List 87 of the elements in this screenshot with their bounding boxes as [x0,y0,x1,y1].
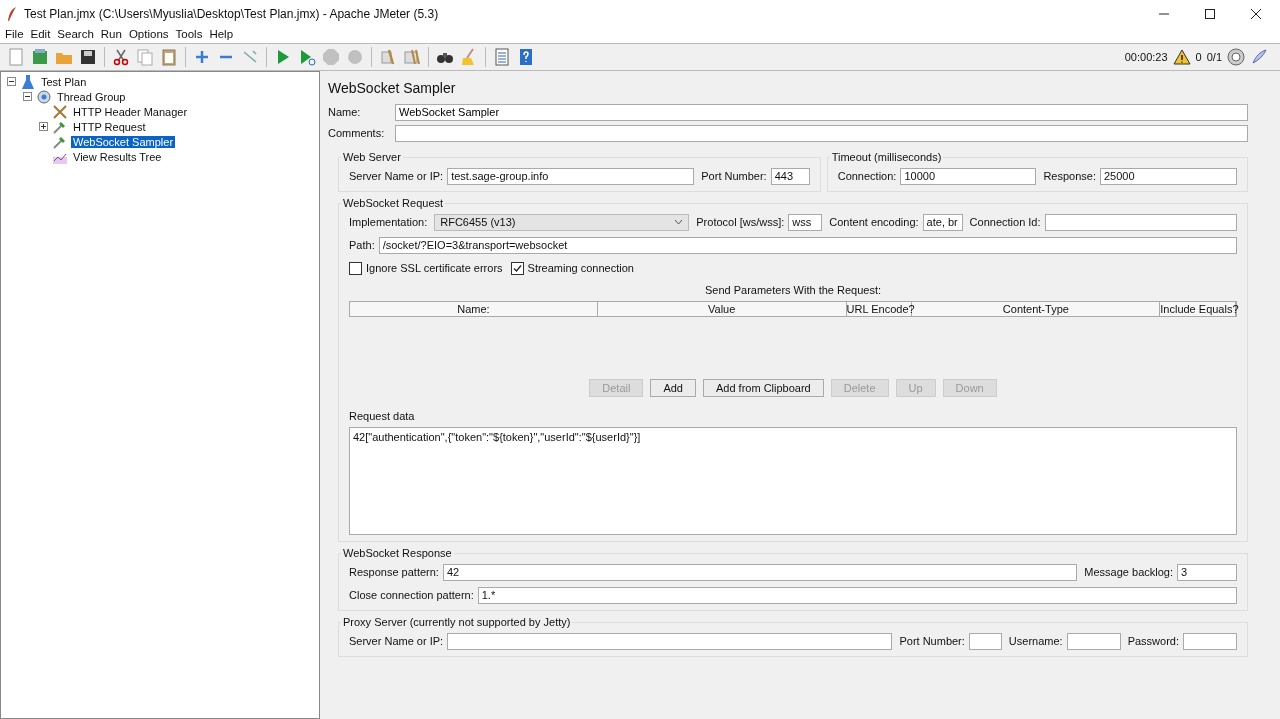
templates-icon[interactable] [30,47,50,67]
checkbox-label: Ignore SSL certificate errors [366,262,503,274]
column-header[interactable]: URL Encode? [846,302,913,316]
input-field[interactable]: 3 [1177,563,1237,581]
menu-item[interactable]: Options [128,28,169,43]
new-icon[interactable] [6,47,26,67]
input-field[interactable] [447,632,893,650]
field-label: Port Number: [899,635,965,647]
checkbox[interactable] [510,261,524,275]
window-title: Test Plan.jmx (C:\Users\Myuslia\Desktop\Test Plan.jmx) - Apache JMeter (5.3) [24,7,439,21]
tree-toggle-icon[interactable] [23,92,32,101]
chevron-down-icon [674,219,684,225]
tree-item[interactable]: Thread Group [55,90,128,103]
paste-icon[interactable] [159,47,179,67]
clear-all-icon[interactable] [402,47,422,67]
menu-item[interactable]: File [5,28,24,43]
flask-icon [20,73,36,90]
input-field[interactable]: ate, br [922,213,963,231]
menu-item[interactable]: Search [57,28,94,43]
field-label: Response pattern: [349,566,439,578]
tree-toggle-icon[interactable] [7,77,16,86]
tree-item[interactable]: HTTP Header Manager [71,105,190,118]
input-field[interactable]: test.sage-group.info [447,167,695,185]
menu-item[interactable]: Edit [30,28,51,43]
table-title: Send Parameters With the Request: [703,284,883,296]
tree-item[interactable]: Test Plan [39,75,89,88]
column-header[interactable]: Name: [350,302,598,316]
panel-title: WebSocket Sampler [328,80,457,96]
menu-item[interactable]: Run [100,28,122,43]
tree-item[interactable]: WebSocket Sampler [71,135,176,148]
input-field[interactable] [1044,213,1237,231]
field-label: Path: [349,239,375,251]
warning-count: 0 [1195,51,1202,63]
field-label: Connection: [837,170,897,182]
section-title: Timeout (milliseconds) [830,151,943,163]
field-label: Message backlog: [1084,566,1173,578]
field-label: Password: [1127,635,1179,647]
section-title: WebSocket Response [342,547,453,559]
warning-icon[interactable] [1172,49,1191,65]
field-label: Server Name or IP: [349,170,444,182]
elapsed-time: 00:00:23 [1124,51,1168,63]
close-icon[interactable] [1250,8,1262,20]
field-label: Protocol [ws/wss]: [696,216,785,228]
field-label: Implementation: [349,216,428,228]
field-label: Comments: [328,127,386,139]
tree-item[interactable]: View Results Tree [71,150,164,163]
field-label: Username: [1008,635,1063,647]
input-field[interactable]: 42 [442,563,1078,581]
cut-icon[interactable] [111,47,131,67]
section-title: Web Server [342,151,402,163]
checkbox[interactable] [349,261,362,275]
menu-item[interactable]: Tools [175,28,203,43]
request-data-field[interactable]: 42["authentication",{"token":"${token}","userId":"${userId}"}] [349,427,1237,535]
function-helper-icon[interactable] [492,47,512,67]
checkbox-label: Streaming connection [527,262,634,274]
menu-item[interactable]: Help [209,28,234,43]
save-icon[interactable] [78,47,98,67]
input-field[interactable]: wss [788,213,823,231]
input-field[interactable] [968,632,1002,650]
field-label: Close connection pattern: [349,589,474,601]
thread-count: 0/1 [1206,51,1222,63]
field-label: Response: [1043,170,1096,182]
name-field[interactable]: WebSocket Sampler [395,103,1248,121]
column-header[interactable]: Value [597,302,847,316]
section-title: WebSocket Request [342,197,445,209]
input-field[interactable] [1066,632,1121,650]
field-label: Name: [328,106,362,118]
implementation-dropdown[interactable]: RFC6455 (v13) [434,213,690,231]
input-field[interactable]: 443 [770,167,810,185]
field-label: Connection Id: [969,216,1041,228]
input-field[interactable]: 25000 [1100,167,1237,185]
table-button[interactable]: Add [650,379,696,397]
tree-toggle-icon[interactable] [39,122,48,131]
table-button[interactable]: Add from Clipboard [702,379,824,397]
input-field[interactable]: 10000 [900,167,1037,185]
field-label: Port Number: [701,170,767,182]
field-label: Request data [349,410,416,422]
input-field[interactable] [1183,632,1237,650]
input-field[interactable]: 1.* [477,586,1237,604]
section-title: Proxy Server (currently not supported by Jetty) [342,616,572,628]
field-label: Server Name or IP: [349,635,444,647]
input-field[interactable]: /socket/?EIO=3&transport=websocket [378,236,1237,254]
field-label: Content encoding: [829,216,919,228]
checkmark-icon [512,263,522,273]
maximize-icon[interactable] [1204,8,1216,20]
tree-item[interactable]: HTTP Request [71,120,148,133]
comments-field[interactable] [395,124,1248,142]
